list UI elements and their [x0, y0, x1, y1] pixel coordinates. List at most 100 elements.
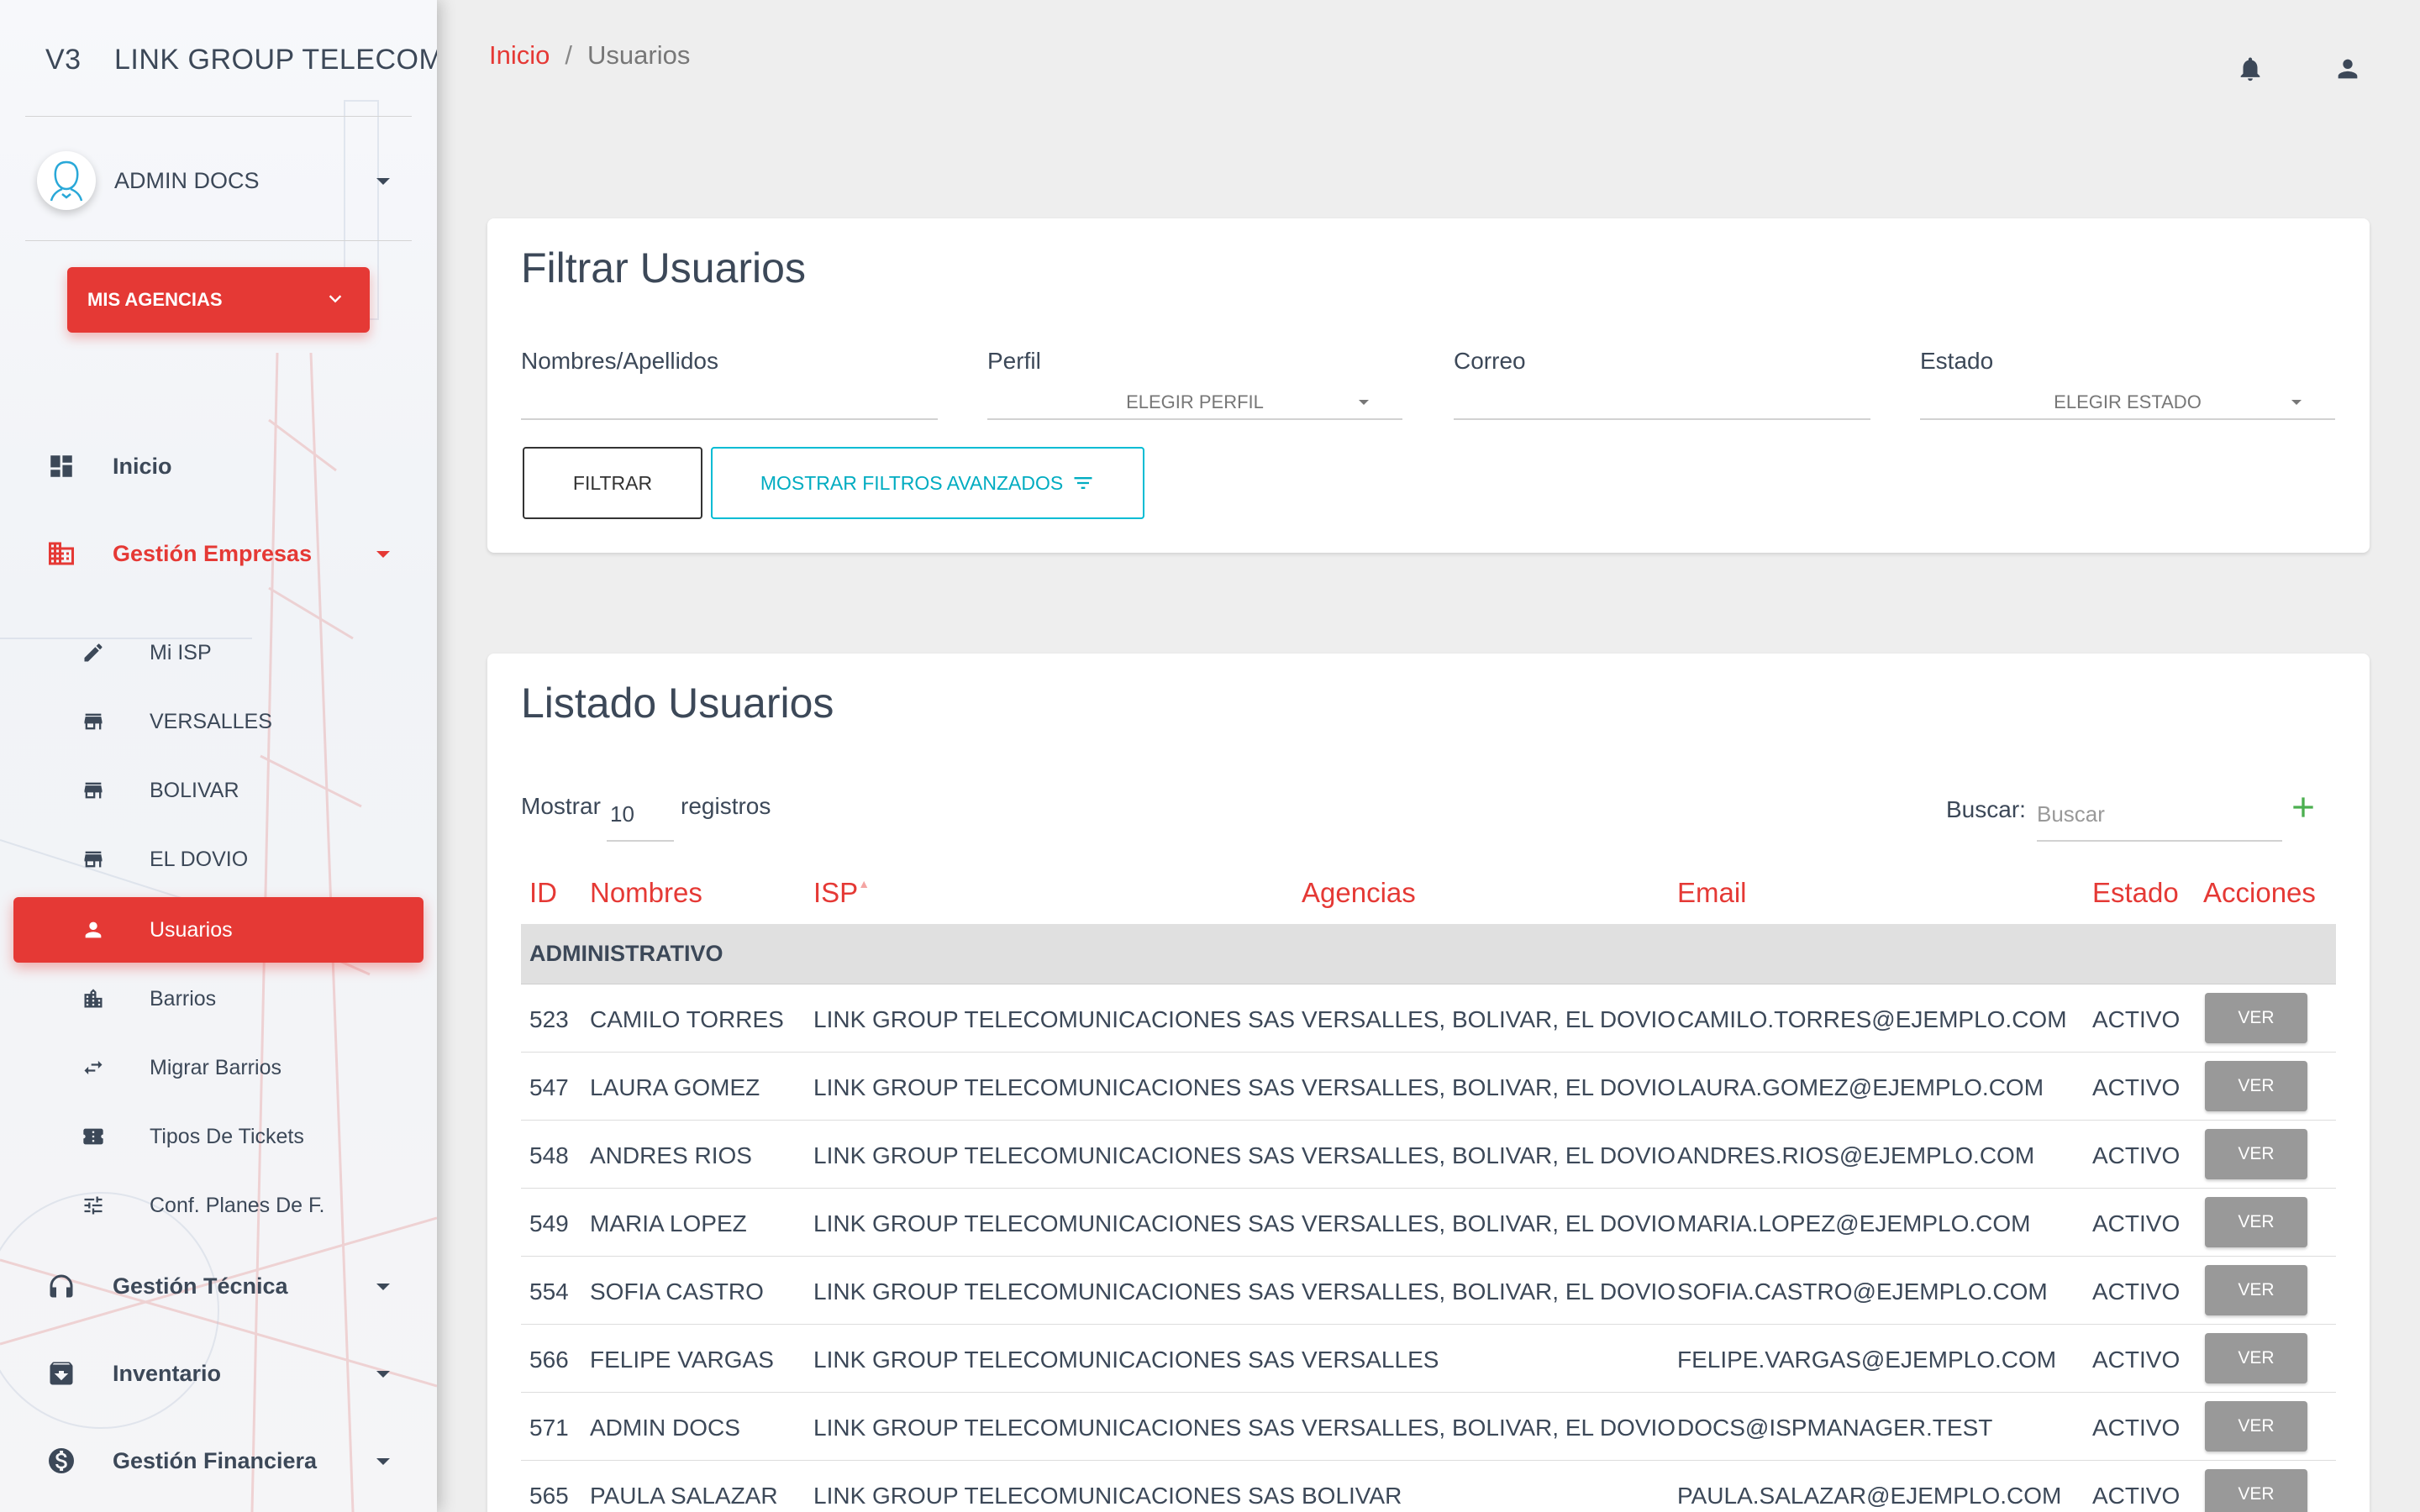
sidebar-item-migrar-barrios[interactable]: Migrar Barrios	[13, 1035, 424, 1100]
notifications-bell-icon[interactable]	[2233, 52, 2267, 86]
column-header-id[interactable]: ID	[529, 877, 557, 909]
agencies-button-label: MIS AGENCIAS	[87, 289, 223, 310]
view-user-button[interactable]: VER	[2205, 1469, 2307, 1512]
column-header-acciones: Acciones	[2203, 877, 2316, 908]
estado-select-value: ELEGIR ESTADO	[2054, 391, 2202, 412]
breadcrumb-current: Usuarios	[587, 40, 691, 70]
cell-nombre: FELIPE VARGAS	[590, 1347, 774, 1373]
view-user-button[interactable]: VER	[2205, 1333, 2307, 1383]
column-header-nombres[interactable]: Nombres	[590, 877, 702, 909]
nav-inicio[interactable]: Inicio	[13, 433, 424, 499]
user-menu[interactable]: ADMIN DOCS	[37, 151, 398, 210]
column-header-email[interactable]: Email	[1677, 877, 1747, 909]
search-input[interactable]: Buscar	[2037, 790, 2282, 842]
sidebar-item-barrios[interactable]: Barrios	[13, 966, 424, 1032]
cell-nombre: PAULA SALAZAR	[590, 1483, 778, 1509]
cell-id: 571	[529, 1415, 569, 1441]
view-user-button[interactable]: VER	[2205, 1129, 2307, 1179]
cell-nombre: CAMILO TORRES	[590, 1006, 784, 1032]
sidebar-item-conf-planes[interactable]: Conf. Planes De F.	[13, 1173, 424, 1238]
brand-logo[interactable]: V3 LINK GROUP TELECOMU	[45, 39, 437, 81]
cell-agencias: VERSALLES, BOLIVAR, EL DOVIO	[1302, 1142, 1676, 1168]
divider	[25, 116, 412, 117]
caret-down-icon	[376, 1371, 390, 1378]
sidebar-item-versalles[interactable]: VERSALLES	[13, 689, 424, 754]
column-header-agencias[interactable]: Agencias	[1302, 877, 1416, 909]
cell-isp: LINK GROUP TELECOMUNICACIONES SAS	[813, 1006, 1296, 1032]
table-row: 571 ADMIN DOCS LINK GROUP TELECOMUNICACION…	[521, 1393, 2336, 1461]
dollar-icon	[45, 1445, 77, 1477]
sidebar-item-label: BOLIVAR	[150, 778, 239, 802]
divider	[25, 240, 412, 241]
cell-email: ANDRES.RIOS@EJEMPLO.COM	[1677, 1142, 2035, 1168]
nav-gestion-tecnica-label: Gestión Técnica	[113, 1273, 288, 1299]
swap-arrows-icon	[81, 1055, 106, 1080]
caret-down-icon	[1359, 400, 1369, 405]
sidebar-item-tipos-tickets[interactable]: Tipos De Tickets	[13, 1104, 424, 1169]
agencies-dropdown-button[interactable]: MIS AGENCIAS	[67, 267, 370, 333]
nav-gestion-financiera-label: Gestión Financiera	[113, 1447, 318, 1473]
user-name: ADMIN DOCS	[114, 167, 260, 193]
table-row: 554 SOFIA CASTRO LINK GROUP TELECOMUNICACI…	[521, 1257, 2336, 1325]
cell-isp: LINK GROUP TELECOMUNICACIONES SAS	[813, 1142, 1296, 1168]
cell-isp: LINK GROUP TELECOMUNICACIONES SAS	[813, 1415, 1296, 1441]
breadcrumb-home-link[interactable]: Inicio	[489, 40, 550, 71]
sidebar-item-label: Mi ISP	[150, 640, 212, 664]
cell-email: SOFIA.CASTRO@EJEMPLO.COM	[1677, 1278, 2048, 1305]
view-user-button[interactable]: VER	[2205, 1401, 2307, 1452]
nav-inventario[interactable]: Inventario	[13, 1341, 424, 1406]
nav-gestion-empresas[interactable]: Gestión Empresas	[13, 521, 424, 586]
cell-email: DOCS@ISPMANAGER.TEST	[1677, 1415, 1993, 1441]
perfil-select[interactable]: ELEGIR PERFIL	[987, 386, 1402, 420]
cell-id: 566	[529, 1347, 569, 1373]
cell-id: 547	[529, 1074, 569, 1100]
dashboard-icon	[45, 450, 77, 482]
advanced-filters-button[interactable]: MOSTRAR FILTROS AVANZADOS	[711, 447, 1144, 519]
entries-per-page-select[interactable]: 10	[607, 790, 674, 842]
cell-id: 565	[529, 1483, 569, 1509]
view-user-button[interactable]: VER	[2205, 1061, 2307, 1111]
person-icon	[81, 917, 106, 942]
add-user-plus-icon[interactable]	[2282, 786, 2324, 828]
sidebar-item-el-dovio[interactable]: EL DOVIO	[13, 827, 424, 892]
sidebar-item-bolivar[interactable]: BOLIVAR	[13, 758, 424, 823]
sidebar-item-label: Usuarios	[150, 917, 233, 942]
caret-down-icon	[376, 1284, 390, 1290]
cell-nombre: LAURA GOMEZ	[590, 1074, 760, 1100]
cell-estado: ACTIVO	[2092, 1278, 2181, 1305]
column-header-isp[interactable]: ISP▲	[813, 877, 870, 909]
cell-estado: ACTIVO	[2092, 1006, 2181, 1032]
sidebar-item-usuarios[interactable]: Usuarios	[13, 897, 424, 963]
pencil-icon	[81, 640, 106, 665]
view-user-button[interactable]: VER	[2205, 1197, 2307, 1247]
sidebar-item-label: EL DOVIO	[150, 847, 249, 871]
cell-email: FELIPE.VARGAS@EJEMPLO.COM	[1677, 1347, 2057, 1373]
view-user-button[interactable]: VER	[2205, 993, 2307, 1043]
sidebar-item-label: Conf. Planes De F.	[150, 1193, 325, 1217]
cell-isp: LINK GROUP TELECOMUNICACIONES SAS	[813, 1210, 1296, 1236]
sidebar-item-label: Barrios	[150, 986, 217, 1011]
profile-person-icon[interactable]	[2331, 52, 2365, 86]
nav-gestion-financiera[interactable]: Gestión Financiera	[13, 1428, 424, 1494]
view-user-button[interactable]: VER	[2205, 1265, 2307, 1315]
nombres-input[interactable]	[521, 395, 938, 420]
cell-estado: ACTIVO	[2092, 1142, 2181, 1168]
nav-gestion-tecnica[interactable]: Gestión Técnica	[13, 1253, 424, 1319]
brand-logo-text: LINK GROUP TELECOMU	[114, 43, 437, 76]
filter-button[interactable]: FILTRAR	[523, 447, 702, 519]
cell-id: 549	[529, 1210, 569, 1236]
estado-select[interactable]: ELEGIR ESTADO	[1920, 386, 2335, 420]
tune-icon	[81, 1193, 106, 1218]
advanced-filters-label: MOSTRAR FILTROS AVANZADOS	[760, 471, 1064, 494]
cell-agencias: VERSALLES, BOLIVAR, EL DOVIO	[1302, 1415, 1676, 1441]
brand-logo-mini: V3	[45, 43, 82, 76]
correo-input[interactable]	[1454, 395, 1870, 420]
sidebar-item-label: Tipos De Tickets	[150, 1124, 304, 1148]
sidebar-item-label: Migrar Barrios	[150, 1055, 281, 1079]
table-row: 523 CAMILO TORRES LINK GROUP TELECOMUNICAC…	[521, 984, 2336, 1053]
sidebar-item-mi-isp[interactable]: Mi ISP	[13, 620, 424, 685]
table-row: 566 FELIPE VARGAS LINK GROUP TELECOMUNICAC…	[521, 1325, 2336, 1393]
cell-agencias: VERSALLES	[1302, 1347, 1439, 1373]
column-header-estado[interactable]: Estado	[2092, 877, 2179, 909]
caret-down-icon	[376, 1458, 390, 1465]
